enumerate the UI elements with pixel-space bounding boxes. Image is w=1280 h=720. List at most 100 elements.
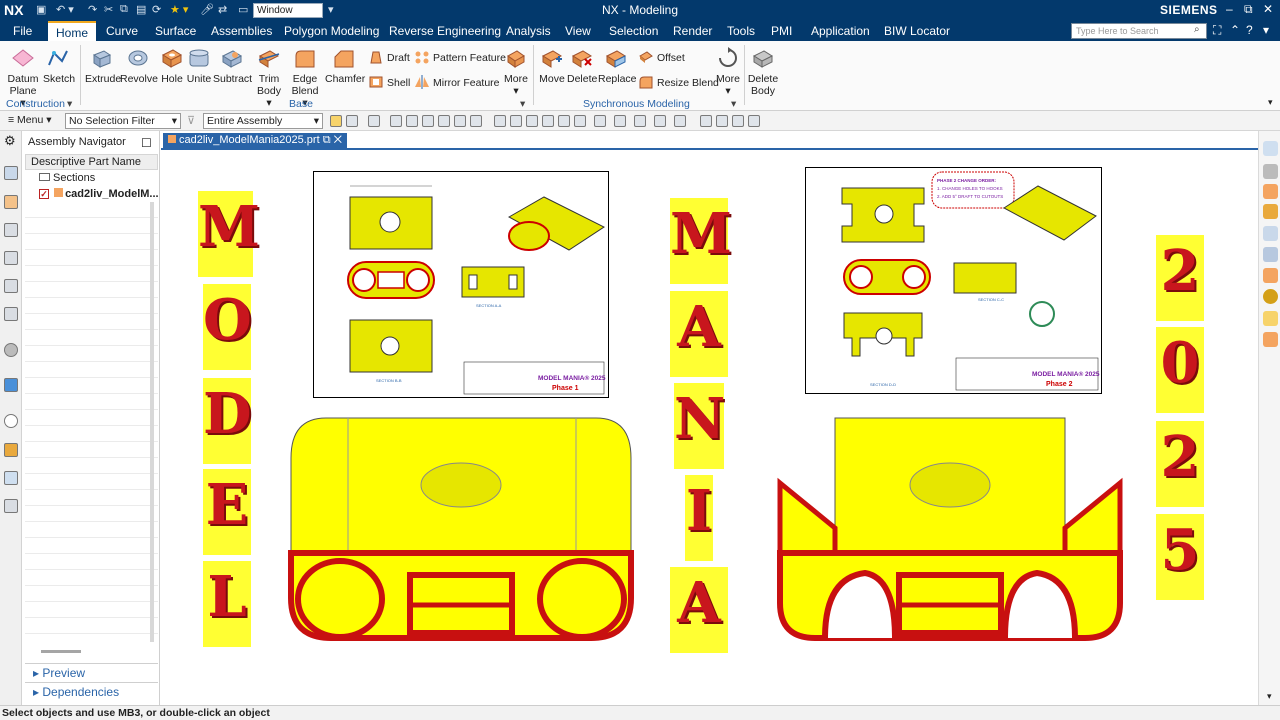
roles-icon[interactable] xyxy=(1263,141,1278,156)
filter-icon[interactable]: ⊽ xyxy=(187,114,195,127)
part-icon[interactable] xyxy=(1263,184,1278,199)
hole-button[interactable]: Hole xyxy=(158,47,186,85)
dependencies-section[interactable]: ▸ Dependencies xyxy=(25,682,158,701)
menu-home[interactable]: Home xyxy=(48,21,97,41)
history-icon[interactable] xyxy=(4,343,18,357)
part-model-phase-1[interactable] xyxy=(286,413,638,645)
shaded-icon[interactable] xyxy=(1263,204,1278,219)
assembly-navigator-icon[interactable] xyxy=(4,195,18,209)
work-layer-icon[interactable] xyxy=(634,115,646,127)
minimize-icon[interactable]: – xyxy=(1226,2,1233,16)
tree-row-part[interactable]: ✓ cad2liv_ModelM... xyxy=(39,188,159,200)
pattern-feature-button[interactable]: Pattern Feature xyxy=(414,50,506,64)
reuse-library-icon[interactable] xyxy=(4,251,18,265)
web-browser-icon[interactable] xyxy=(4,307,18,321)
restore-icon[interactable]: ⧉ xyxy=(1244,2,1253,17)
menu-analysis[interactable]: Analysis xyxy=(506,24,551,38)
microphone-icon[interactable]: 🎤︎ xyxy=(200,3,214,16)
settings-gear-icon[interactable]: ⚙ xyxy=(4,133,18,148)
camera-icon[interactable] xyxy=(674,115,686,127)
deselect-icon[interactable] xyxy=(346,115,358,127)
base-expand-icon[interactable]: ▾ xyxy=(520,98,525,110)
role-icon[interactable] xyxy=(4,471,18,485)
zoom-icon[interactable] xyxy=(510,115,522,127)
control-point-icon[interactable] xyxy=(422,115,434,127)
menu-biw-locator[interactable]: BIW Locator xyxy=(884,24,950,38)
unite-button[interactable]: Unite xyxy=(185,47,213,85)
graphics-window[interactable]: M O D E L M A N I A 2 0 2 5 MODEL MANIA®… xyxy=(161,151,1258,705)
trim-body-button[interactable]: Trim Body ▾ xyxy=(253,47,285,109)
pan-icon[interactable] xyxy=(542,115,554,127)
menu-selection[interactable]: Selection xyxy=(609,24,658,38)
window-dropdown[interactable]: Window xyxy=(253,3,323,18)
menu-pmi[interactable]: PMI xyxy=(771,24,792,38)
command-search-input[interactable]: Type Here to Search xyxy=(1071,23,1207,39)
save-icon[interactable]: ▣ xyxy=(36,3,46,16)
menu-tools[interactable]: Tools xyxy=(727,24,755,38)
collapse-ribbon-icon[interactable]: ⌃ xyxy=(1230,23,1240,37)
more-features-button[interactable]: More ▾ xyxy=(502,47,530,97)
menu-assemblies[interactable]: Assemblies xyxy=(211,24,272,38)
horizontal-scrollbar[interactable] xyxy=(41,650,81,653)
menu-view[interactable]: View xyxy=(565,24,591,38)
color-icon[interactable] xyxy=(748,115,760,127)
clock-icon[interactable] xyxy=(4,414,18,428)
window-layout-icon[interactable] xyxy=(716,115,728,127)
hide-icon[interactable] xyxy=(732,115,744,127)
menu-polygon-modeling[interactable]: Polygon Modeling xyxy=(284,24,379,38)
column-header[interactable]: Descriptive Part Name xyxy=(25,154,158,170)
quadrant-icon[interactable] xyxy=(470,115,482,127)
tab-pin-icon[interactable]: ⧉ xyxy=(323,134,331,146)
selection-filter-dropdown[interactable]: No Selection Filter ▾ xyxy=(65,113,181,129)
resize-blend-button[interactable]: Resize Blend xyxy=(638,75,719,89)
more-sync-button[interactable]: More ▾ xyxy=(714,47,742,97)
preview-section[interactable]: ▸ Preview xyxy=(25,663,158,682)
delete-face-button[interactable]: Delete xyxy=(567,47,597,85)
copy-icon[interactable]: ⧉ xyxy=(120,3,128,16)
replace-face-button[interactable]: Replace xyxy=(598,47,637,85)
document-tab[interactable]: cad2liv_ModelMania2025.prt ⧉ ✕ xyxy=(163,133,348,150)
ribbon-options-icon[interactable]: ▾ xyxy=(1268,97,1273,108)
menu-surface[interactable]: Surface xyxy=(155,24,196,38)
tools-icon[interactable] xyxy=(4,499,18,513)
move-face-button[interactable]: Move xyxy=(537,47,567,85)
intersection-icon[interactable] xyxy=(438,115,450,127)
tree-row-sections[interactable]: Sections xyxy=(39,172,95,184)
help-icon[interactable]: ? xyxy=(1246,23,1253,37)
menu-application[interactable]: Application xyxy=(811,24,870,38)
show-hide-icon[interactable] xyxy=(700,115,712,127)
menu-button[interactable]: ≡ Menu ▾ xyxy=(8,114,52,126)
constraint-navigator-icon[interactable] xyxy=(4,223,18,237)
render-style-icon[interactable] xyxy=(574,115,586,127)
arc-center-icon[interactable] xyxy=(454,115,466,127)
maximize-panel-icon[interactable]: ☐ xyxy=(141,136,152,150)
subtract-button[interactable]: Subtract xyxy=(213,47,252,85)
background-icon[interactable] xyxy=(614,115,626,127)
edge-display-icon[interactable] xyxy=(594,115,606,127)
repeat-command-icon[interactable]: ⟳ xyxy=(152,3,161,16)
part-navigator-icon[interactable] xyxy=(4,166,18,180)
studio-icon[interactable] xyxy=(1263,247,1278,262)
assembly-icon[interactable] xyxy=(1263,332,1278,347)
analysis-icon[interactable] xyxy=(4,443,18,457)
section-view-icon[interactable] xyxy=(654,115,666,127)
window-icon[interactable]: ▭ xyxy=(238,3,248,16)
extrude-button[interactable]: Extrude xyxy=(85,47,121,85)
wireframe-icon[interactable] xyxy=(1263,226,1278,241)
lighting-icon[interactable] xyxy=(1263,311,1278,326)
system-materials-icon[interactable] xyxy=(4,378,18,392)
redo-icon[interactable]: ↷ xyxy=(88,3,97,16)
shell-button[interactable]: Shell xyxy=(368,75,410,89)
part-model-phase-2[interactable] xyxy=(775,413,1127,645)
view-fit-icon[interactable] xyxy=(494,115,506,127)
paste-icon[interactable]: ▤ xyxy=(136,3,146,16)
rotate-icon[interactable] xyxy=(526,115,538,127)
mirror-feature-button[interactable]: Mirror Feature xyxy=(414,75,500,89)
chamfer-button[interactable]: Chamfer xyxy=(325,47,365,85)
material-sphere-icon[interactable] xyxy=(1263,289,1278,304)
menu-reverse-engineering[interactable]: Reverse Engineering xyxy=(389,24,501,38)
expand-right-icon[interactable]: ▾ xyxy=(1267,691,1272,702)
revolve-button[interactable]: Revolve xyxy=(120,47,158,85)
touch-mode-icon[interactable]: ⇄ xyxy=(218,3,227,16)
end-point-icon[interactable] xyxy=(390,115,402,127)
